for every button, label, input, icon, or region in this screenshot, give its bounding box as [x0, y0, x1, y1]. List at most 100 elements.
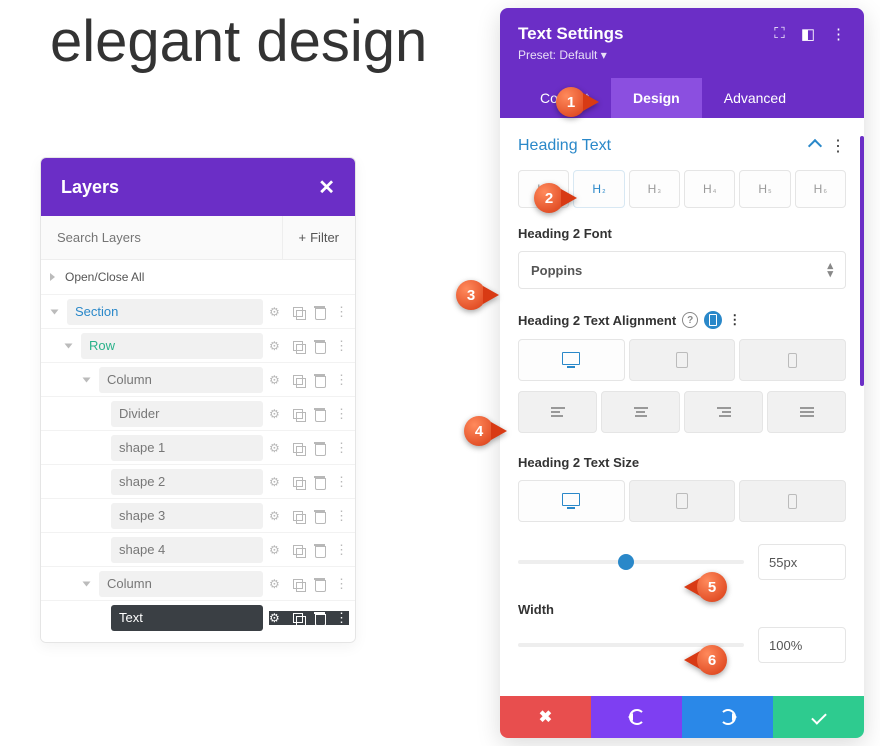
filter-button[interactable]: + Filter	[282, 216, 355, 259]
layer-row[interactable]: Column	[41, 362, 355, 396]
duplicate-icon[interactable]	[291, 475, 305, 489]
responsive-icon[interactable]	[704, 311, 722, 329]
heading-level-6[interactable]: H₆	[795, 170, 846, 208]
gear-icon[interactable]	[269, 339, 283, 353]
gear-icon[interactable]	[269, 407, 283, 421]
heading-level-5[interactable]: H₅	[739, 170, 790, 208]
gear-icon[interactable]	[269, 441, 283, 455]
duplicate-icon[interactable]	[291, 305, 305, 319]
trash-icon[interactable]	[313, 407, 327, 421]
device-tablet[interactable]	[629, 339, 736, 381]
align-left[interactable]	[518, 391, 597, 433]
device-phone[interactable]	[739, 339, 846, 381]
cancel-button[interactable]: ✖	[500, 696, 591, 738]
size-input[interactable]: 55px	[758, 544, 846, 580]
layer-row[interactable]: Section	[41, 294, 355, 328]
open-close-all[interactable]: Open/Close All	[41, 260, 355, 294]
layers-title: Layers	[61, 177, 119, 198]
layer-actions	[269, 305, 349, 319]
duplicate-icon[interactable]	[291, 509, 305, 523]
layer-row[interactable]: shape 1	[41, 430, 355, 464]
heading-level-2[interactable]: H₂	[573, 170, 624, 208]
trash-icon[interactable]	[313, 475, 327, 489]
layers-body: Open/Close All SectionRow Column Divider sh…	[41, 260, 355, 642]
trash-icon[interactable]	[313, 305, 327, 319]
font-select[interactable]: Poppins ▴▾	[518, 251, 846, 289]
scroll-indicator[interactable]	[860, 136, 864, 386]
layer-row[interactable]: Column	[41, 566, 355, 600]
preset-label[interactable]: Preset: Default ▾	[518, 48, 846, 62]
dots-icon[interactable]	[335, 407, 349, 421]
device-desktop[interactable]	[518, 480, 625, 522]
chevron-up-icon[interactable]	[808, 139, 822, 153]
trash-icon[interactable]	[313, 577, 327, 591]
marker-5: 5	[684, 572, 727, 602]
layer-row[interactable]: shape 2	[41, 464, 355, 498]
undo-button[interactable]	[591, 696, 682, 738]
duplicate-icon[interactable]	[291, 407, 305, 421]
tab-advanced[interactable]: Advanced	[702, 78, 808, 118]
search-input[interactable]	[41, 216, 282, 259]
close-icon[interactable]: ✕	[318, 175, 335, 200]
gear-icon[interactable]	[269, 543, 283, 557]
section-title-row[interactable]: Heading Text ⋮	[518, 136, 846, 156]
dots-icon[interactable]: ⋮	[728, 312, 741, 328]
layer-actions	[269, 339, 349, 353]
tab-design[interactable]: Design	[611, 78, 702, 118]
dots-icon[interactable]	[335, 305, 349, 319]
gear-icon[interactable]	[269, 373, 283, 387]
save-button[interactable]	[773, 696, 864, 738]
gear-icon[interactable]	[269, 611, 283, 625]
gear-icon[interactable]	[269, 577, 283, 591]
layer-row[interactable]: Text	[41, 600, 355, 634]
heading-level-3[interactable]: H₃	[629, 170, 680, 208]
more-icon[interactable]: ⋮	[831, 25, 846, 43]
trash-icon[interactable]	[313, 373, 327, 387]
duplicate-icon[interactable]	[291, 543, 305, 557]
duplicate-icon[interactable]	[291, 373, 305, 387]
layer-row[interactable]: Divider	[41, 396, 355, 430]
layer-name: Column	[99, 367, 263, 393]
layer-row[interactable]: shape 3	[41, 498, 355, 532]
dots-icon[interactable]	[335, 577, 349, 591]
help-icon[interactable]: ?	[682, 312, 698, 328]
panel-icon[interactable]: ◧	[801, 25, 815, 43]
device-desktop[interactable]	[518, 339, 625, 381]
duplicate-icon[interactable]	[291, 577, 305, 591]
align-right[interactable]	[684, 391, 763, 433]
dots-icon[interactable]: ⋮	[830, 136, 846, 156]
marker-4: 4	[464, 416, 507, 446]
duplicate-icon[interactable]	[291, 441, 305, 455]
align-center[interactable]	[601, 391, 680, 433]
duplicate-icon[interactable]	[291, 339, 305, 353]
redo-button[interactable]	[682, 696, 773, 738]
layer-actions	[269, 611, 349, 625]
dots-icon[interactable]	[335, 441, 349, 455]
size-slider[interactable]	[518, 560, 744, 564]
dots-icon[interactable]	[335, 475, 349, 489]
heading-level-4[interactable]: H₄	[684, 170, 735, 208]
trash-icon[interactable]	[313, 509, 327, 523]
dots-icon[interactable]	[335, 509, 349, 523]
trash-icon[interactable]	[313, 441, 327, 455]
dots-icon[interactable]	[335, 611, 349, 625]
device-tablet[interactable]	[629, 480, 736, 522]
layer-row[interactable]: Row	[41, 328, 355, 362]
width-input[interactable]: 100%	[758, 627, 846, 663]
trash-icon[interactable]	[313, 611, 327, 625]
duplicate-icon[interactable]	[291, 611, 305, 625]
layer-row[interactable]: shape 4	[41, 532, 355, 566]
align-justify[interactable]	[767, 391, 846, 433]
marker-1: 1	[556, 87, 599, 117]
device-phone[interactable]	[739, 480, 846, 522]
trash-icon[interactable]	[313, 339, 327, 353]
dots-icon[interactable]	[335, 373, 349, 387]
expand-icon[interactable]: ⛶	[774, 25, 785, 43]
dots-icon[interactable]	[335, 543, 349, 557]
gear-icon[interactable]	[269, 475, 283, 489]
trash-icon[interactable]	[313, 543, 327, 557]
gear-icon[interactable]	[269, 509, 283, 523]
dots-icon[interactable]	[335, 339, 349, 353]
gear-icon[interactable]	[269, 305, 283, 319]
layer-name: Divider	[111, 401, 263, 427]
